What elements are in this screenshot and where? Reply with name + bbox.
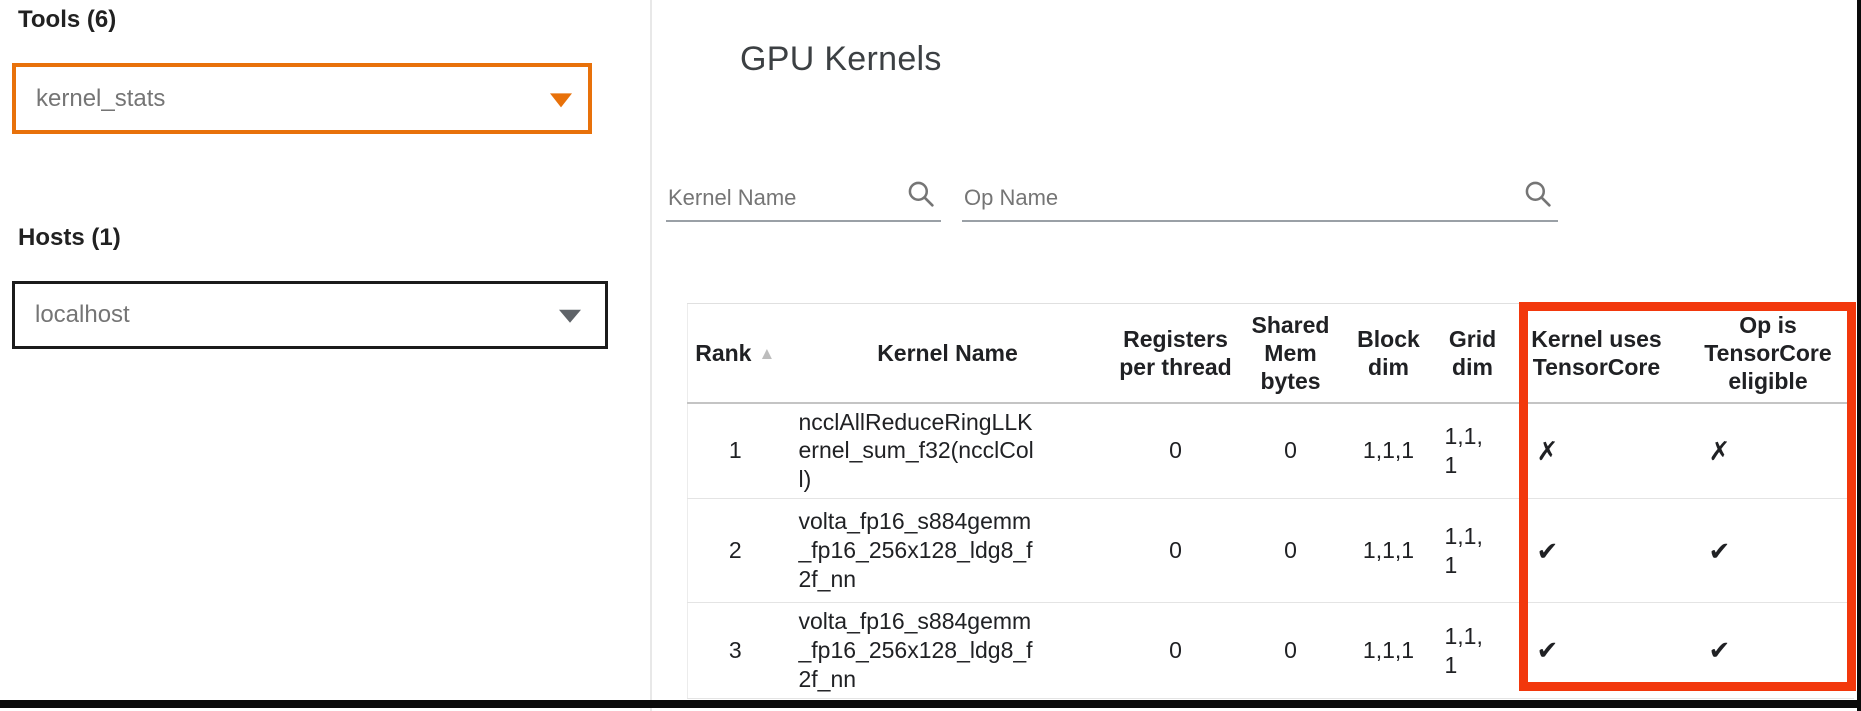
column-header-rank[interactable]: Rank ▲ [688, 304, 783, 403]
registers-cell: 0 [1113, 403, 1239, 499]
column-header-op-tensorcore-eligible[interactable]: Op is TensorCore eligible [1683, 304, 1854, 403]
block-dim-cell: 1,1,1 [1343, 499, 1435, 603]
column-header-grid-dim[interactable]: Grid dim [1435, 304, 1511, 403]
column-header-registers-per-thread[interactable]: Registers per thread [1113, 304, 1239, 403]
kernel-name-input[interactable] [666, 184, 897, 212]
kernel-name-cell: ncclAllReduceRingLLKernel_sum_f32(ncclCo… [783, 403, 1113, 499]
hosts-label: Hosts (1) [18, 224, 121, 252]
rank-cell: 2 [688, 499, 783, 603]
window-bottom-edge [0, 700, 1861, 708]
grid-dim-cell: 1,1,1 [1435, 499, 1511, 603]
tools-select[interactable]: kernel_stats [12, 63, 592, 134]
kernel-uses-tensorcore-mark: ✔ [1511, 603, 1683, 699]
op-name-field [962, 150, 1558, 222]
op-name-input[interactable] [962, 184, 1514, 212]
kernel-uses-tensorcore-mark: ✗ [1511, 403, 1683, 499]
column-header-shared-mem-bytes[interactable]: Shared Mem bytes [1239, 304, 1343, 403]
op-tensorcore-eligible-mark: ✔ [1683, 603, 1854, 699]
column-header-kernel-uses-tensorcore[interactable]: Kernel uses TensorCore [1511, 304, 1683, 403]
rank-cell: 3 [688, 603, 783, 699]
shared-mem-cell: 0 [1239, 603, 1343, 699]
table-row: 2 volta_fp16_s884gemm_fp16_256x128_ldg8_… [688, 499, 1854, 603]
tools-selected-value: kernel_stats [36, 85, 165, 113]
grid-dim-cell: 1,1,1 [1435, 403, 1511, 499]
page-title: GPU Kernels [740, 40, 942, 79]
table-header-row: Rank ▲ Kernel Name Registers per thread S… [688, 304, 1854, 403]
hosts-select[interactable]: localhost [12, 281, 608, 349]
hosts-selected-value: localhost [35, 301, 130, 329]
table-row: 1 ncclAllReduceRingLLKernel_sum_f32(nccl… [688, 403, 1854, 499]
table-row: 3 volta_fp16_s884gemm_fp16_256x128_ldg8_… [688, 603, 1854, 699]
shared-mem-cell: 0 [1239, 403, 1343, 499]
block-dim-cell: 1,1,1 [1343, 403, 1435, 499]
column-header-kernel-name[interactable]: Kernel Name [783, 304, 1113, 403]
registers-cell: 0 [1113, 603, 1239, 699]
block-dim-cell: 1,1,1 [1343, 603, 1435, 699]
shared-mem-cell: 0 [1239, 499, 1343, 603]
search-icon [1522, 178, 1554, 210]
kernel-name-cell: volta_fp16_s884gemm_fp16_256x128_ldg8_f2… [783, 499, 1113, 603]
grid-dim-cell: 1,1,1 [1435, 603, 1511, 699]
window-right-edge [1857, 0, 1861, 711]
tools-label: Tools (6) [18, 6, 116, 34]
kernel-uses-tensorcore-mark: ✔ [1511, 499, 1683, 603]
chevron-down-icon [550, 93, 572, 107]
op-tensorcore-eligible-mark: ✔ [1683, 499, 1854, 603]
op-tensorcore-eligible-mark: ✗ [1683, 403, 1854, 499]
sort-ascending-icon: ▲ [758, 344, 775, 363]
column-header-block-dim[interactable]: Block dim [1343, 304, 1435, 403]
column-label: Rank [695, 340, 751, 366]
kernel-name-cell: volta_fp16_s884gemm_fp16_256x128_ldg8_f2… [783, 603, 1113, 699]
kernel-name-field [666, 150, 941, 222]
registers-cell: 0 [1113, 499, 1239, 603]
search-icon [905, 178, 937, 210]
rank-cell: 1 [688, 403, 783, 499]
chevron-down-icon [559, 310, 581, 323]
sidebar-divider [650, 0, 652, 711]
gpu-kernels-table: Rank ▲ Kernel Name Registers per thread S… [687, 303, 1853, 699]
